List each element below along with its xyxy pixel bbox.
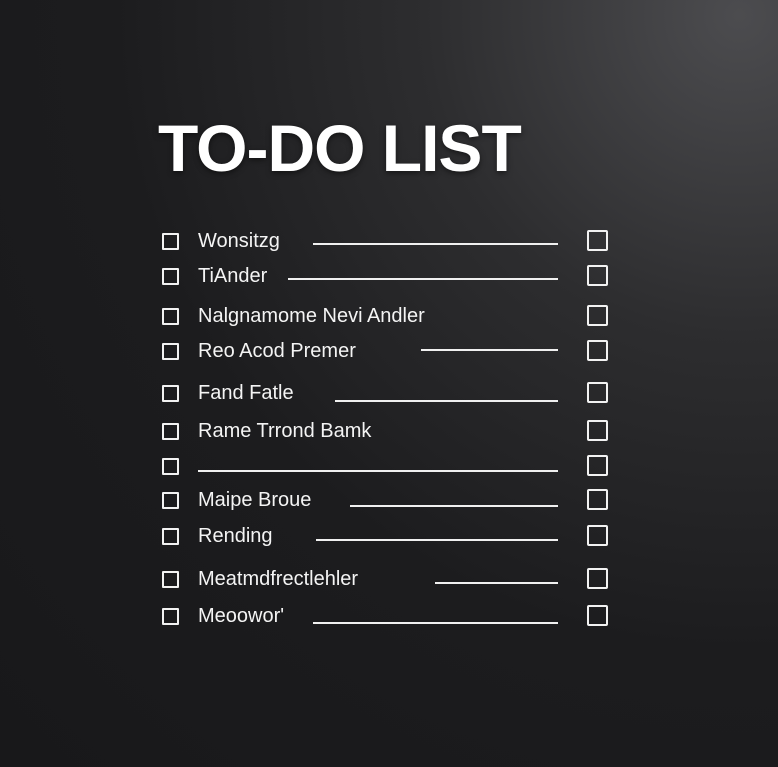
checkbox-left[interactable] bbox=[162, 608, 179, 625]
checkbox-right[interactable] bbox=[587, 525, 608, 546]
checkbox-right[interactable] bbox=[587, 382, 608, 403]
item-label: Rame Trrond Bamk bbox=[198, 420, 372, 442]
list-item: Maipe Broue bbox=[0, 489, 778, 513]
checkbox-left[interactable] bbox=[162, 528, 179, 545]
list-item: Rame Trrond Bamk bbox=[0, 420, 778, 444]
checkbox-left[interactable] bbox=[162, 268, 179, 285]
write-line bbox=[335, 400, 558, 402]
item-label: Nalgnamome Nevi Andler bbox=[198, 305, 425, 327]
list-item: Nalgnamome Nevi Andler bbox=[0, 305, 778, 329]
write-line bbox=[288, 278, 558, 280]
item-label: Wonsitzg bbox=[198, 230, 280, 252]
checkbox-right[interactable] bbox=[587, 340, 608, 361]
checkbox-right[interactable] bbox=[587, 455, 608, 476]
item-label: Meoowor' bbox=[198, 605, 285, 627]
list-title: TO-DO LIST bbox=[158, 111, 522, 185]
write-line bbox=[198, 470, 558, 472]
item-label: Maipe Broue bbox=[198, 489, 312, 511]
list-item bbox=[0, 455, 778, 479]
list-item: Wonsitzg bbox=[0, 230, 778, 254]
checkbox-right[interactable] bbox=[587, 420, 608, 441]
list-item: TiAnder bbox=[0, 265, 778, 289]
write-line bbox=[350, 505, 558, 507]
checkbox-left[interactable] bbox=[162, 423, 179, 440]
write-line bbox=[435, 582, 558, 584]
checkbox-right[interactable] bbox=[587, 489, 608, 510]
checkbox-right[interactable] bbox=[587, 568, 608, 589]
item-label: Fand Fatle bbox=[198, 382, 294, 404]
write-line bbox=[313, 243, 558, 245]
write-line bbox=[316, 539, 558, 541]
checkbox-left[interactable] bbox=[162, 308, 179, 325]
checkbox-left[interactable] bbox=[162, 458, 179, 475]
checkbox-right[interactable] bbox=[587, 265, 608, 286]
item-label: TiAnder bbox=[198, 265, 268, 287]
write-line bbox=[421, 349, 558, 351]
checkbox-right[interactable] bbox=[587, 230, 608, 251]
checkbox-right[interactable] bbox=[587, 605, 608, 626]
checkbox-left[interactable] bbox=[162, 385, 179, 402]
checkbox-left[interactable] bbox=[162, 233, 179, 250]
list-item: Fand Fatle bbox=[0, 382, 778, 406]
checkbox-left[interactable] bbox=[162, 343, 179, 360]
checkbox-left[interactable] bbox=[162, 492, 179, 509]
list-item: Reo Acod Premer bbox=[0, 340, 778, 364]
write-line bbox=[313, 622, 558, 624]
list-item: Rending bbox=[0, 525, 778, 549]
checkbox-right[interactable] bbox=[587, 305, 608, 326]
item-label: Meatmdfrectlehler bbox=[198, 568, 359, 590]
item-label: Reo Acod Premer bbox=[198, 340, 356, 362]
item-label: Rending bbox=[198, 525, 273, 547]
list-item: Meoowor' bbox=[0, 605, 778, 629]
list-item: Meatmdfrectlehler bbox=[0, 568, 778, 592]
checkbox-left[interactable] bbox=[162, 571, 179, 588]
